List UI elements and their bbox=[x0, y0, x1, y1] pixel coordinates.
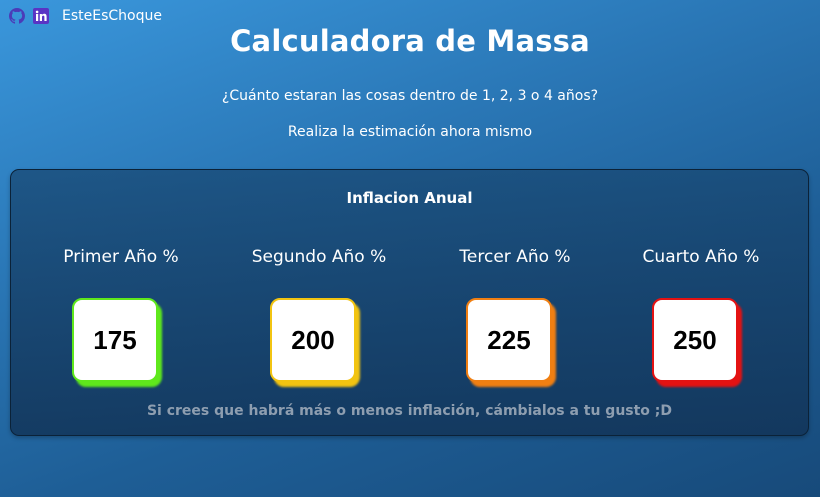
linkedin-icon[interactable] bbox=[32, 7, 50, 25]
year-3-input[interactable] bbox=[466, 298, 552, 382]
year-4-label: Cuarto Año % bbox=[642, 247, 760, 267]
year-4-column: Cuarto Año % bbox=[601, 247, 801, 382]
github-icon[interactable] bbox=[8, 7, 26, 25]
question-text: ¿Cuánto estaran las cosas dentro de 1, 2… bbox=[221, 88, 599, 104]
year-1-column: Primer Año % bbox=[21, 247, 221, 382]
year-3-label: Tercer Año % bbox=[459, 247, 571, 267]
year-1-label: Primer Año % bbox=[63, 247, 179, 267]
panel-title: Inflacion Anual bbox=[346, 189, 473, 207]
page-title: Calculadora de Massa bbox=[230, 24, 590, 58]
year-2-label: Segundo Año % bbox=[251, 247, 387, 267]
brand-name[interactable]: EsteEsChoque bbox=[62, 8, 162, 24]
year-4-input[interactable] bbox=[652, 298, 738, 382]
top-bar: EsteEsChoque bbox=[8, 6, 162, 26]
year-2-column: Segundo Año % bbox=[219, 247, 419, 382]
year-1-input[interactable] bbox=[72, 298, 158, 382]
year-3-column: Tercer Año % bbox=[415, 247, 615, 382]
year-2-input[interactable] bbox=[270, 298, 356, 382]
cta-text: Realiza la estimación ahora mismo bbox=[287, 124, 533, 140]
inflation-panel: Inflacion Anual Primer Año % Segundo Año… bbox=[10, 169, 809, 436]
footnote-text: Si crees que habrá más o menos inflación… bbox=[146, 403, 673, 419]
